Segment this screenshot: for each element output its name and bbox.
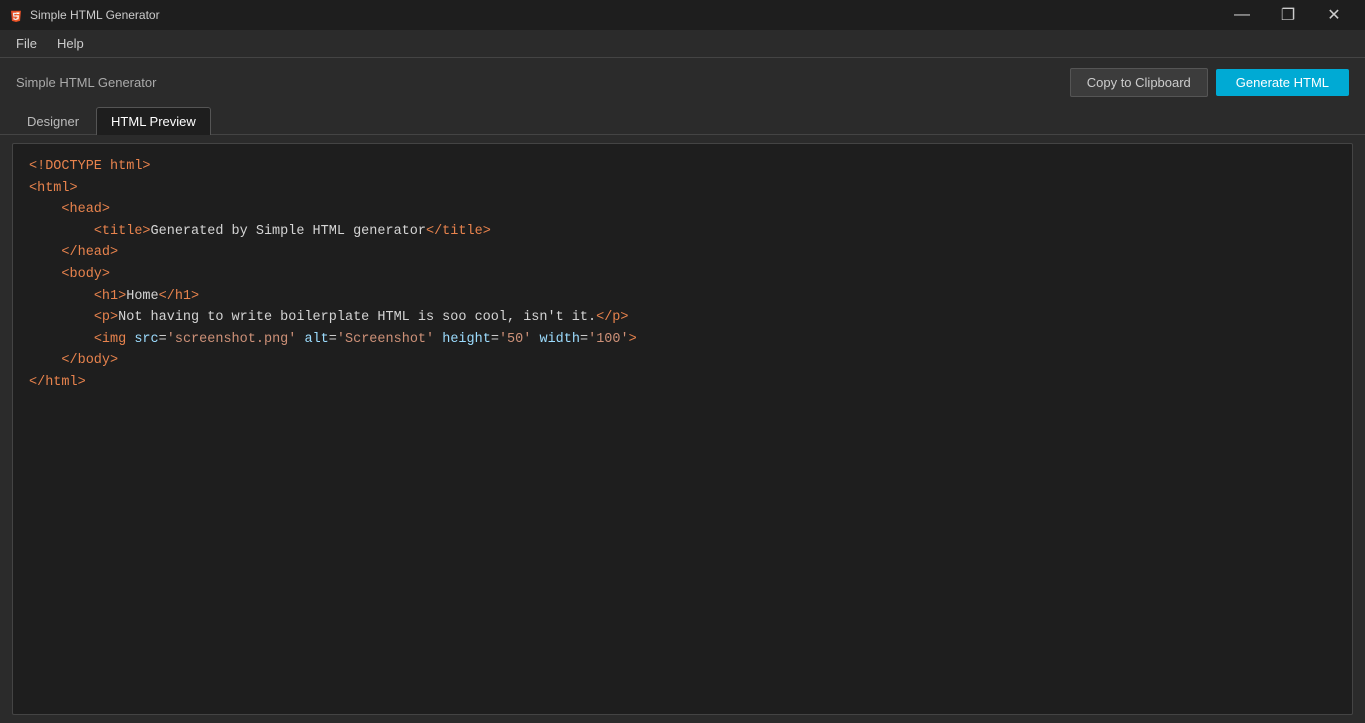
copy-to-clipboard-button[interactable]: Copy to Clipboard bbox=[1070, 68, 1208, 97]
tabs-bar: Designer HTML Preview bbox=[0, 106, 1365, 135]
tab-html-preview[interactable]: HTML Preview bbox=[96, 107, 211, 135]
menu-help[interactable]: Help bbox=[49, 33, 92, 54]
menu-bar: File Help bbox=[0, 30, 1365, 58]
html5-icon bbox=[8, 7, 24, 23]
close-button[interactable]: ✕ bbox=[1311, 0, 1357, 30]
code-container[interactable]: <!DOCTYPE html> <html> <head> <title>Gen… bbox=[12, 143, 1353, 715]
generate-html-button[interactable]: Generate HTML bbox=[1216, 69, 1349, 96]
header-buttons: Copy to Clipboard Generate HTML bbox=[1070, 68, 1349, 97]
maximize-button[interactable]: ❐ bbox=[1265, 0, 1311, 30]
title-bar-controls: — ❐ ✕ bbox=[1219, 0, 1357, 30]
minimize-button[interactable]: — bbox=[1219, 0, 1265, 30]
title-bar: Simple HTML Generator — ❐ ✕ bbox=[0, 0, 1365, 30]
app-title-label: Simple HTML Generator bbox=[16, 75, 156, 90]
menu-file[interactable]: File bbox=[8, 33, 45, 54]
code-display: <!DOCTYPE html> <html> <head> <title>Gen… bbox=[29, 156, 1336, 394]
app-header: Simple HTML Generator Copy to Clipboard … bbox=[0, 58, 1365, 106]
title-bar-title: Simple HTML Generator bbox=[30, 8, 160, 22]
title-bar-left: Simple HTML Generator bbox=[8, 7, 160, 23]
tab-designer[interactable]: Designer bbox=[12, 107, 94, 135]
